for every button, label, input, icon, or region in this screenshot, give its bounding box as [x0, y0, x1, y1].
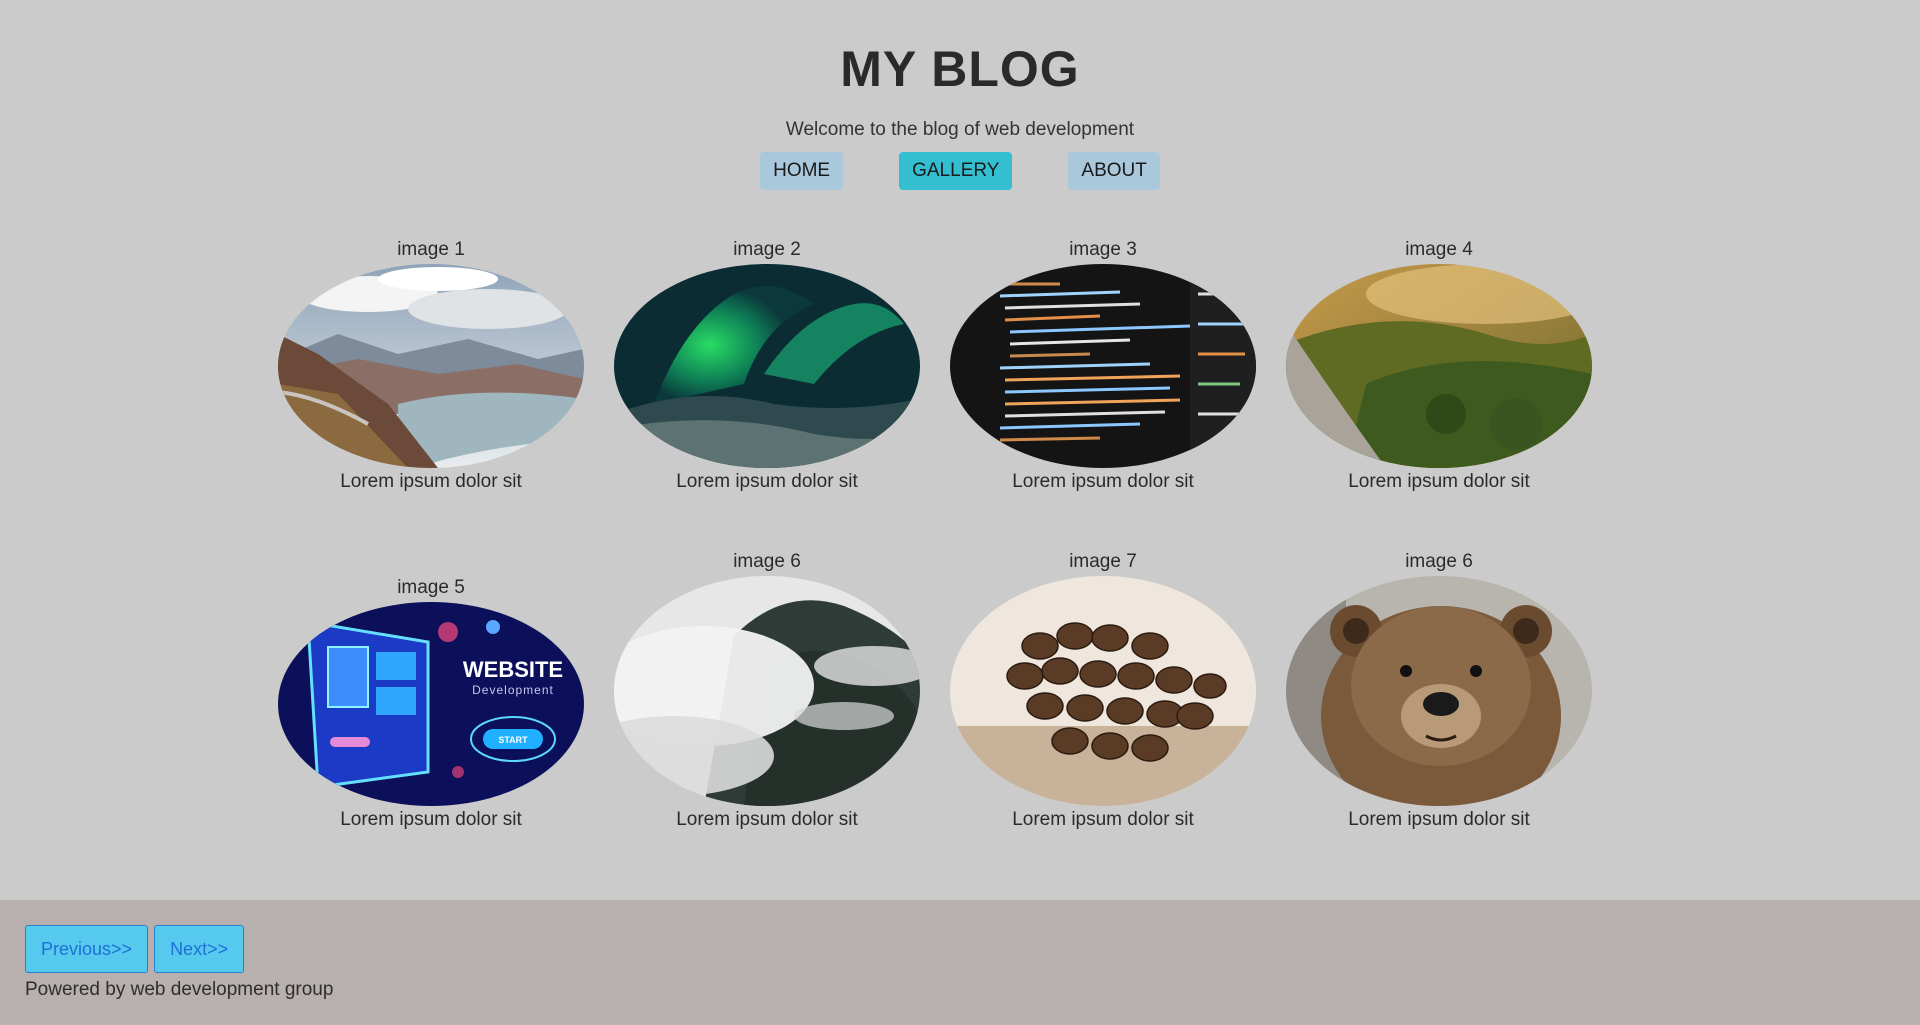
gallery-grid: image 1 Lorem ipsum dolor sit image 2 Lo…	[0, 0, 1920, 900]
card-caption: Lorem ipsum dolor sit	[340, 471, 522, 492]
powered-by-text: Powered by web development group	[25, 979, 334, 1000]
misty-mountain-photo[interactable]	[614, 576, 920, 806]
card-caption: Lorem ipsum dolor sit	[340, 809, 522, 830]
mountain-lake-photo[interactable]	[278, 264, 584, 468]
gallery-card: image 6 Lorem ipsum dolor sit	[1286, 550, 1592, 832]
code-screen-photo[interactable]	[950, 264, 1256, 468]
card-title: image 2	[733, 239, 801, 260]
overlay-start-button: START	[498, 735, 528, 745]
overlay-subtitle: Development	[472, 683, 554, 697]
coffee-beans-photo[interactable]	[950, 576, 1256, 806]
overlay-title: WEBSITE	[463, 657, 563, 682]
gallery-card: image 4 Lorem ipsum dolor sit	[1286, 238, 1592, 494]
next-button[interactable]: Next>>	[154, 925, 245, 973]
card-caption: Lorem ipsum dolor sit	[1348, 471, 1530, 492]
website-development-illustration[interactable]: START WEBSITE Development	[278, 602, 584, 806]
pagination: Previous>> Next>>	[25, 925, 245, 973]
page-footer: Previous>> Next>> Powered by web develop…	[0, 900, 1920, 1025]
card-caption: Lorem ipsum dolor sit	[1012, 809, 1194, 830]
card-title: image 6	[733, 551, 801, 572]
forest-valley-photo[interactable]	[1286, 264, 1592, 468]
card-caption: Lorem ipsum dolor sit	[1012, 471, 1194, 492]
previous-button[interactable]: Previous>>	[25, 925, 149, 973]
gallery-card: image 3 Lorem ipsum dolor sit	[950, 238, 1256, 494]
card-title: image 4	[1405, 239, 1473, 260]
card-title: image 3	[1069, 239, 1137, 260]
gallery-card: image 1 Lorem ipsum dolor sit	[278, 238, 584, 494]
bear-photo[interactable]	[1286, 576, 1592, 806]
card-caption: Lorem ipsum dolor sit	[676, 471, 858, 492]
card-title: image 1	[397, 239, 465, 260]
card-title: image 7	[1069, 551, 1137, 572]
gallery-card: image 2 Lorem ipsum dolor sit	[614, 238, 920, 494]
aurora-photo[interactable]	[614, 264, 920, 468]
card-title: image 6	[1405, 551, 1473, 572]
card-title: image 5	[397, 577, 465, 598]
gallery-card: image 5 START WEBSITE Development Lorem …	[278, 576, 584, 832]
card-caption: Lorem ipsum dolor sit	[676, 809, 858, 830]
gallery-card: image 6 Lorem ipsum dolor sit	[614, 550, 920, 832]
card-caption: Lorem ipsum dolor sit	[1348, 809, 1530, 830]
gallery-card: image 7 Lorem ipsum dolor sit	[950, 550, 1256, 832]
